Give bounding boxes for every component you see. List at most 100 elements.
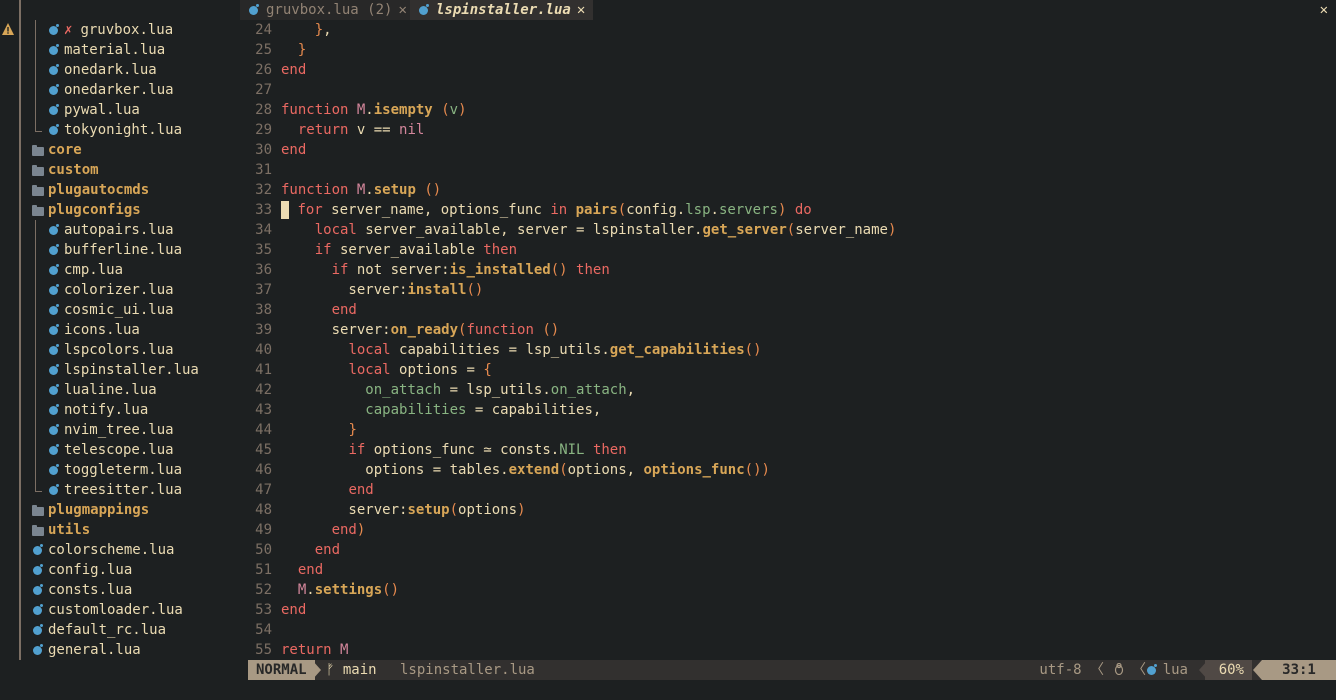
code-line[interactable]: 34 local server_available, server = lspi… [240, 220, 1336, 240]
folder-icon [32, 204, 44, 216]
tree-file[interactable]: material.lua [0, 40, 238, 60]
tree-file[interactable]: cosmic_ui.lua [0, 300, 238, 320]
tree-folder[interactable]: custom [0, 160, 238, 180]
tree-file[interactable]: pywal.lua [0, 100, 238, 120]
tree-folder[interactable]: utils [0, 520, 238, 540]
tree-file[interactable]: notify.lua [0, 400, 238, 420]
code-editor[interactable]: 24 }, 25 } 26 end 27 28 function M.isempty (v)… [240, 20, 1336, 660]
tree-file[interactable]: lualine.lua [0, 380, 238, 400]
tree-folder[interactable]: core [0, 140, 238, 160]
code-token: if [348, 442, 366, 458]
tree-file[interactable]: treesitter.lua [0, 480, 238, 500]
code-line[interactable]: 28 function M.isempty (v) [240, 100, 1336, 120]
line-number: 30 [255, 142, 272, 158]
lua-file-icon [48, 344, 60, 356]
tree-folder[interactable]: plugautocmds [0, 180, 238, 200]
code-token: return [281, 642, 332, 658]
tree-file[interactable]: config.lua [0, 560, 238, 580]
tree-file[interactable]: nvim_tree.lua [0, 420, 238, 440]
tree-folder[interactable]: plugmappings [0, 500, 238, 520]
separator-icon: 〈 [1090, 662, 1104, 678]
line-number: 35 [255, 242, 272, 258]
line-number: 41 [255, 362, 272, 378]
code-line[interactable]: 48 server:setup(options) [240, 500, 1336, 520]
code-line[interactable]: 38 end [240, 300, 1336, 320]
tree-file[interactable]: icons.lua [0, 320, 238, 340]
code-line[interactable]: 24 }, [240, 20, 1336, 40]
code-line[interactable]: 31 [240, 160, 1336, 180]
code-line[interactable]: 25 } [240, 40, 1336, 60]
code-line[interactable]: 46 options = tables.extend(options, opti… [240, 460, 1336, 480]
tree-file[interactable]: lspcolors.lua [0, 340, 238, 360]
code-token: , [626, 382, 636, 398]
tree-file[interactable]: lspinstaller.lua [0, 360, 238, 380]
tree-file[interactable]: ✗ gruvbox.lua [0, 20, 238, 40]
code-line[interactable]: 50 end [240, 540, 1336, 560]
code-line[interactable]: 51 end [240, 560, 1336, 580]
code-text: end [281, 300, 357, 320]
code-line[interactable]: 49 end) [240, 520, 1336, 540]
code-token: not server [348, 262, 442, 278]
code-line[interactable]: 36 if not server:is_installed() then [240, 260, 1336, 280]
code-line[interactable]: 33 for server_name, options_func in pair… [240, 200, 1336, 220]
code-token: . [550, 442, 560, 458]
tree-file[interactable]: default_rc.lua [0, 620, 238, 640]
code-line[interactable]: 26 end [240, 60, 1336, 80]
code-token: = [508, 342, 518, 358]
code-line[interactable]: 32 function M.setup () [240, 180, 1336, 200]
file-explorer[interactable]: ✗ gruvbox.lua material.lua onedark.lua oneda… [0, 0, 238, 660]
tree-file[interactable]: customloader.lua [0, 600, 238, 620]
code-line[interactable]: 39 server:on_ready(function () [240, 320, 1336, 340]
code-line[interactable]: 35 if server_available then [240, 240, 1336, 260]
tree-file[interactable]: telescope.lua [0, 440, 238, 460]
code-line[interactable]: 53 end [240, 600, 1336, 620]
code-line[interactable]: 55 return M [240, 640, 1336, 660]
tree-file[interactable]: cmp.lua [0, 260, 238, 280]
lua-file-icon [48, 264, 60, 276]
code-line[interactable]: 41 local options = { [240, 360, 1336, 380]
tree-file[interactable]: tokyonight.lua [0, 120, 238, 140]
tree-folder[interactable]: plugconfigs [0, 200, 238, 220]
code-line[interactable]: 45 if options_func ≃ consts.NIL then [240, 440, 1336, 460]
command-line[interactable] [0, 680, 1336, 700]
code-token: ( [449, 502, 459, 518]
indent-guide [35, 491, 42, 492]
code-token: lsp [685, 202, 711, 218]
tree-file[interactable]: toggleterm.lua [0, 460, 238, 480]
code-line[interactable]: 30 end [240, 140, 1336, 160]
lua-file-icon [248, 4, 260, 16]
code-line[interactable]: 40 local capabilities = lsp_utils.get_ca… [240, 340, 1336, 360]
code-token: . [365, 182, 374, 198]
tree-file[interactable]: autopairs.lua [0, 220, 238, 240]
close-window-icon[interactable]: ✕ [1320, 0, 1328, 20]
code-line[interactable]: 37 server:install() [240, 280, 1336, 300]
line-number: 29 [255, 122, 272, 138]
tree-file[interactable]: bufferline.lua [0, 240, 238, 260]
code-line[interactable]: 42 on_attach = lsp_utils.on_attach, [240, 380, 1336, 400]
code-token: ) [887, 222, 897, 238]
code-line[interactable]: 27 [240, 80, 1336, 100]
line-number: 47 [255, 482, 272, 498]
close-icon[interactable]: ✕ [398, 0, 406, 20]
code-token: if [314, 242, 332, 258]
code-line[interactable]: 43 capabilities = capabilities, [240, 400, 1336, 420]
code-line[interactable]: 47 end [240, 480, 1336, 500]
tree-file[interactable]: consts.lua [0, 580, 238, 600]
line-number: 39 [255, 322, 272, 338]
code-line[interactable]: 44 } [240, 420, 1336, 440]
tree-file[interactable]: onedark.lua [0, 60, 238, 80]
tree-file[interactable]: colorscheme.lua [0, 540, 238, 560]
tab-lspinstaller[interactable]: lspinstaller.lua ✕ [410, 0, 594, 20]
code-text: } [281, 420, 356, 440]
lua-file-icon [48, 304, 60, 316]
code-line[interactable]: 54 [240, 620, 1336, 640]
close-icon[interactable]: ✕ [577, 0, 585, 20]
code-line[interactable]: 29 return v == nil [240, 120, 1336, 140]
tree-file[interactable]: colorizer.lua [0, 280, 238, 300]
tree-file[interactable]: general.lua [0, 640, 238, 660]
tab-gruvbox[interactable]: gruvbox.lua (2) ✕ [240, 0, 415, 20]
code-line[interactable]: 52 M.settings() [240, 580, 1336, 600]
tree-file[interactable]: onedarker.lua [0, 80, 238, 100]
